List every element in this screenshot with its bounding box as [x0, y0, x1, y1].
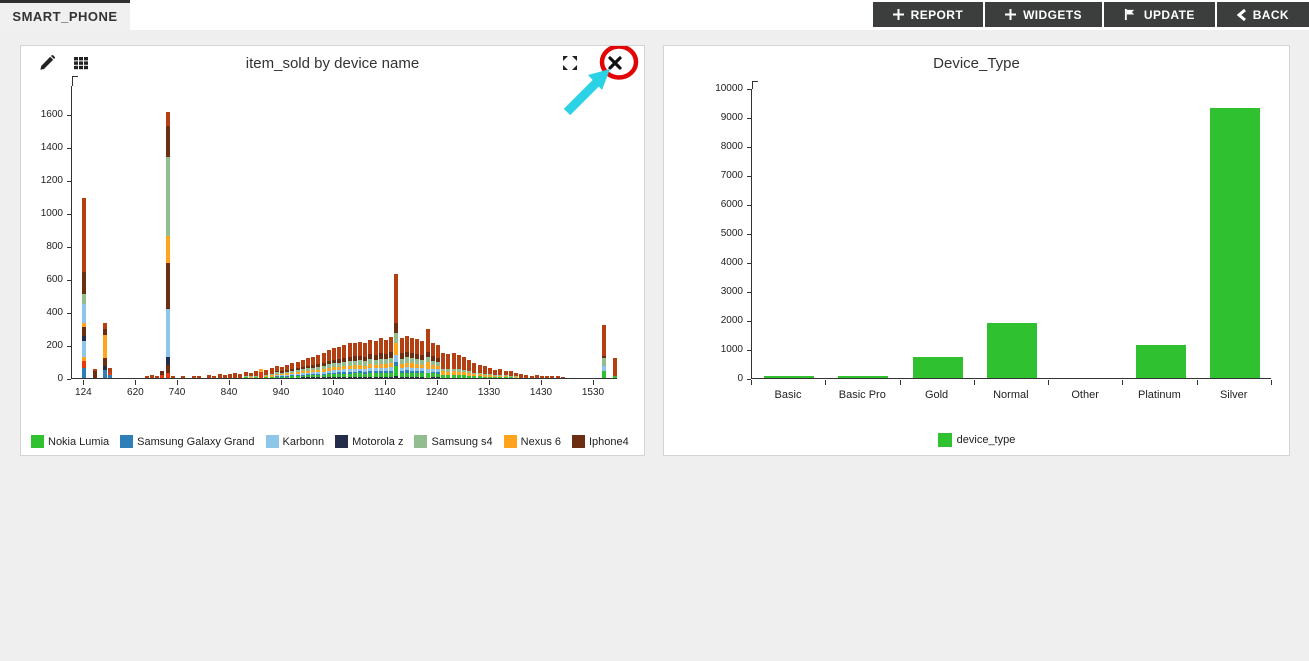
widgets-button-label: WIDGETS: [1023, 7, 1082, 22]
y-tick-label: 7000: [720, 170, 743, 181]
x-category-label: Basic Pro: [838, 389, 886, 401]
y-tick-label: 1600: [40, 109, 63, 120]
y-tick-label: 1400: [40, 142, 63, 153]
toolbar: REPORT WIDGETS UPDATE BACK: [872, 2, 1309, 27]
legend-item: Karbonn: [265, 435, 325, 448]
update-button-label: UPDATE: [1143, 7, 1195, 22]
tab-smart-phone[interactable]: SMART_PHONE: [0, 0, 130, 30]
legend-label: Karbonn: [282, 435, 325, 448]
x-tick-label: 620: [127, 387, 144, 398]
legend-label: Motorola z: [352, 435, 404, 448]
widgets-button[interactable]: WIDGETS: [985, 2, 1102, 27]
x-tick-label: 840: [220, 387, 238, 398]
top-bar: SMART_PHONE REPORT WIDGETS UPDATE BACK: [0, 0, 1309, 30]
x-category-label: Other: [1071, 389, 1099, 401]
right-chart-legend: device_type: [664, 433, 1289, 447]
x-tick-label: 1140: [374, 387, 396, 398]
close-icon[interactable]: [608, 56, 626, 74]
legend-label: device_type: [956, 434, 1016, 446]
legend-label: Samsung Galaxy Grand: [137, 435, 255, 448]
x-category-label: Normal: [993, 389, 1029, 401]
left-chart-title: item_sold by device name: [245, 55, 420, 72]
legend-label: Nexus 6: [520, 435, 561, 448]
y-tick-label: 5000: [720, 228, 743, 239]
back-button-label: BACK: [1252, 7, 1289, 22]
x-tick-label: 1530: [581, 387, 605, 398]
y-tick-label: 800: [46, 241, 63, 252]
widget-device-type: Device_Type 0 1000 2000 3000 4000 5000 6000 700…: [663, 45, 1290, 456]
legend-item: Samsung s4: [414, 435, 493, 448]
legend-swatch: [31, 435, 44, 448]
legend-swatch: [503, 435, 517, 448]
update-button[interactable]: UPDATE: [1103, 2, 1215, 27]
legend-label: Samsung s4: [431, 435, 493, 448]
report-button-label: REPORT: [910, 7, 964, 22]
x-tick-label: 940: [272, 387, 290, 398]
right-chart-title: Device_Type: [933, 55, 1020, 72]
x-tick-label: 1240: [425, 387, 449, 398]
legend-swatch: [265, 435, 279, 448]
back-button[interactable]: BACK: [1216, 2, 1309, 27]
bar-platinum: [1135, 344, 1186, 378]
legend-item: Nexus 6: [503, 435, 561, 448]
tab-label: SMART_PHONE: [12, 9, 118, 24]
x-category-label: Platinum: [1138, 389, 1181, 401]
y-tick-label: 0: [57, 373, 63, 384]
legend-swatch: [120, 435, 134, 448]
flag-icon: [1124, 8, 1137, 21]
legend-swatch: [335, 435, 349, 448]
bar-basic: [764, 375, 815, 378]
y-tick-label: 3000: [720, 286, 743, 297]
plus-icon: [892, 9, 904, 20]
legend-item: Nokia Lumia: [31, 435, 109, 448]
legend-swatch: [572, 435, 585, 448]
plus-icon: [1005, 9, 1017, 20]
y-tick-label: 1000: [720, 344, 743, 355]
legend-swatch: [414, 435, 428, 448]
chevron-left-icon: [1236, 8, 1246, 21]
y-tick-label: 9000: [720, 112, 743, 123]
expand-icon[interactable]: [562, 55, 580, 73]
bar-normal: [987, 322, 1037, 378]
bar-silver: [1209, 108, 1260, 378]
x-tick-label: 1330: [477, 387, 501, 398]
y-tick-label: 600: [46, 274, 63, 285]
bar-gold: [912, 356, 963, 378]
y-tick-label: 1000: [40, 208, 63, 219]
y-tick-label: 4000: [720, 257, 743, 268]
y-tick-label: 1200: [40, 175, 63, 186]
legend-swatch: [937, 433, 952, 447]
report-button[interactable]: REPORT: [872, 2, 984, 27]
x-tick-label: 1040: [321, 387, 345, 398]
y-tick-label: 10000: [715, 83, 743, 94]
x-tick-label: 1430: [529, 387, 553, 398]
y-tick-label: 0: [737, 373, 743, 384]
x-category-label: Silver: [1219, 389, 1248, 401]
legend-item: Motorola z: [335, 435, 403, 448]
legend-item: Iphone4: [572, 435, 629, 448]
widget-item-sold: item_sold by device name 0 200 400 600 800 10…: [20, 45, 645, 456]
y-tick-label: 400: [46, 307, 63, 318]
x-tick-label: 124: [75, 387, 92, 398]
bar-basic-pro: [838, 375, 889, 378]
right-chart-plot: [751, 81, 1271, 379]
left-chart-legend: Nokia Lumia Samsung Galaxy Grand Karbonn Mo…: [31, 435, 629, 448]
left-chart-plot: [71, 76, 617, 379]
y-tick-label: 2000: [720, 315, 743, 326]
x-tick-label: 740: [168, 387, 186, 398]
legend-label: Nokia Lumia: [48, 435, 110, 448]
x-category-label: Basic: [774, 389, 802, 401]
y-tick-label: 200: [46, 340, 63, 351]
y-tick-label: 6000: [720, 199, 743, 210]
dashboard-page: SMART_PHONE REPORT WIDGETS UPDATE BACK i…: [0, 0, 1309, 661]
legend-item: Samsung Galaxy Grand: [120, 435, 255, 448]
x-category-label: Gold: [924, 389, 949, 401]
y-tick-label: 8000: [720, 141, 743, 152]
legend-label: Iphone4: [589, 435, 629, 448]
